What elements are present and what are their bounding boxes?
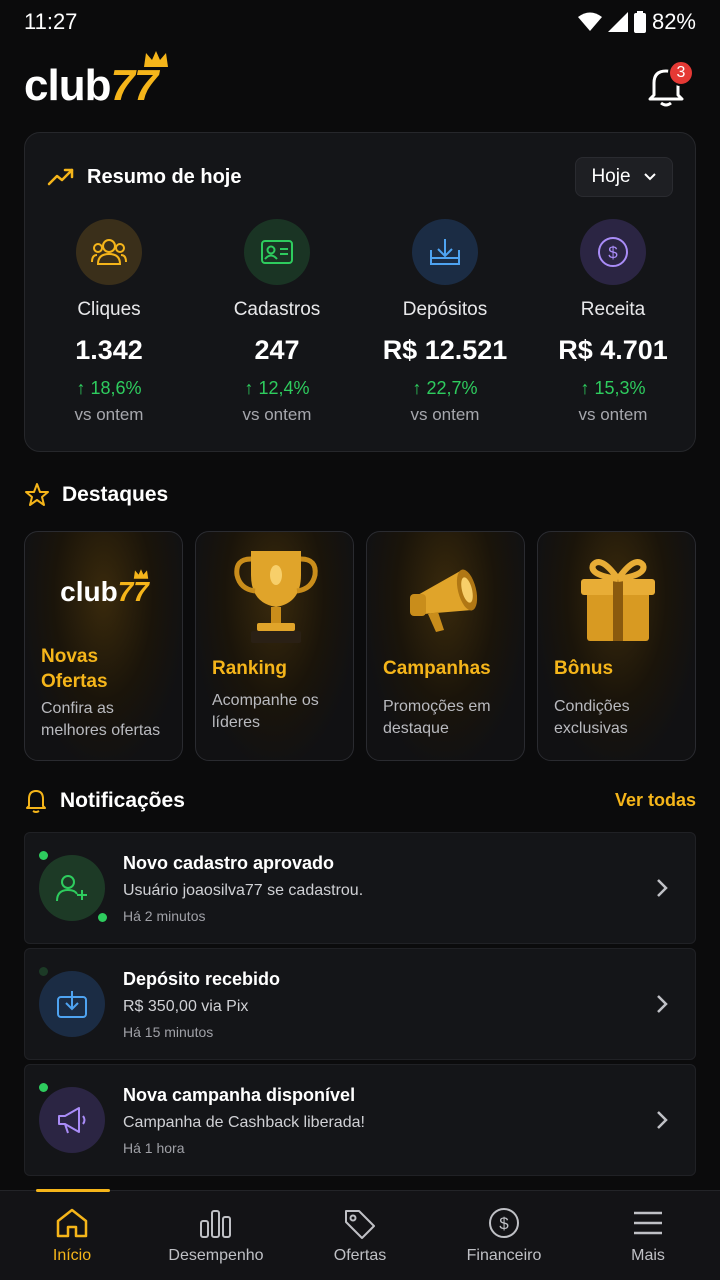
- tab-ofertas[interactable]: Ofertas: [288, 1191, 432, 1280]
- star-icon: [25, 483, 49, 506]
- notification-badge: 3: [668, 60, 694, 86]
- user-plus-icon: [39, 855, 105, 921]
- wifi-icon: [577, 12, 602, 31]
- menu-icon: [634, 1211, 662, 1235]
- status-bar: 11:27 82%: [0, 0, 720, 44]
- daily-summary-card: Resumo de hoje Hoje Cliques 1.342 ↑ 18,6…: [24, 132, 696, 452]
- card-bonus[interactable]: Bônus Condições exclusivas: [537, 531, 696, 761]
- notifications-button[interactable]: 3: [636, 56, 696, 116]
- dollar-circle-icon: $: [580, 219, 646, 285]
- stat-cliques[interactable]: Cliques 1.342 ↑ 18,6% vs ontem: [25, 219, 193, 425]
- stat-cadastros[interactable]: Cadastros 247 ↑ 12,4% vs ontem: [193, 219, 361, 425]
- summary-header: Resumo de hoje: [47, 166, 241, 189]
- deposit-icon: [39, 971, 105, 1037]
- tab-inicio[interactable]: Início: [0, 1191, 144, 1280]
- trophy-icon: [196, 542, 353, 652]
- highlights-title: Destaques: [62, 483, 169, 506]
- online-dot: [98, 913, 107, 922]
- chevron-right-icon: [657, 879, 668, 897]
- signal-icon: [607, 12, 628, 32]
- megaphone-art-icon: [367, 542, 524, 652]
- svg-text:$: $: [499, 1214, 509, 1233]
- card-ranking[interactable]: Ranking Acompanhe os líderes: [195, 531, 354, 761]
- home-icon: [56, 1208, 88, 1238]
- users-icon: [76, 219, 142, 285]
- notifications-header: Notificações: [24, 788, 185, 814]
- read-dot: [39, 967, 48, 976]
- id-card-icon: [244, 219, 310, 285]
- svg-text:$: $: [608, 243, 618, 262]
- megaphone-icon: [39, 1087, 105, 1153]
- dollar-icon: $: [489, 1208, 519, 1238]
- active-tab-indicator: [36, 1189, 110, 1192]
- highlights-carousel: club77 Novas Ofertas Confira as melhores…: [24, 531, 696, 761]
- battery-icon: [633, 11, 646, 33]
- download-tray-icon: [412, 219, 478, 285]
- unread-dot: [39, 851, 48, 860]
- notification-item[interactable]: Novo cadastro aprovado Usuário joaosilva…: [24, 832, 696, 944]
- highlights-header: Destaques: [24, 482, 168, 508]
- period-dropdown[interactable]: Hoje: [575, 157, 673, 197]
- card-novas-ofertas[interactable]: club77 Novas Ofertas Confira as melhores…: [24, 531, 183, 761]
- bar-chart-icon: [200, 1210, 231, 1238]
- bell-outline-icon: [26, 790, 46, 813]
- see-all-link[interactable]: Ver todas: [615, 790, 696, 811]
- notification-item[interactable]: Nova campanha disponível Campanha de Cas…: [24, 1064, 696, 1176]
- chevron-down-icon: [643, 173, 656, 181]
- status-time: 11:27: [24, 9, 78, 34]
- summary-title: Resumo de hoje: [87, 165, 242, 188]
- status-icons: 82%: [577, 9, 696, 35]
- tab-financeiro[interactable]: $ Financeiro: [432, 1191, 576, 1280]
- bottom-navigation: Início Desempenho Ofertas $ Financeiro M…: [0, 1189, 720, 1280]
- chevron-right-icon: [657, 1111, 668, 1129]
- notification-item[interactable]: Depósito recebido R$ 350,00 via Pix Há 1…: [24, 948, 696, 1060]
- trending-up-icon: [47, 168, 74, 186]
- period-value: Hoje: [591, 166, 631, 187]
- club77-logo: club77: [24, 51, 168, 111]
- card-campanhas[interactable]: Campanhas Promoções em destaque: [366, 531, 525, 761]
- tag-icon: [345, 1210, 375, 1239]
- stat-depositos[interactable]: Depósitos R$ 12.521 ↑ 22,7% vs ontem: [361, 219, 529, 425]
- app-header: club77 3: [24, 51, 696, 116]
- stat-receita[interactable]: $ Receita R$ 4.701 ↑ 15,3% vs ontem: [529, 219, 697, 425]
- club77-logo-art: club77: [25, 552, 182, 632]
- notifications-title: Notificações: [60, 789, 185, 812]
- crown-icon: [144, 51, 168, 67]
- battery-percent: 82%: [651, 9, 696, 34]
- unread-dot: [39, 1083, 48, 1092]
- tab-mais[interactable]: Mais: [576, 1191, 720, 1280]
- gift-box-icon: [538, 542, 695, 652]
- chevron-right-icon: [657, 995, 668, 1013]
- tab-desempenho[interactable]: Desempenho: [144, 1191, 288, 1280]
